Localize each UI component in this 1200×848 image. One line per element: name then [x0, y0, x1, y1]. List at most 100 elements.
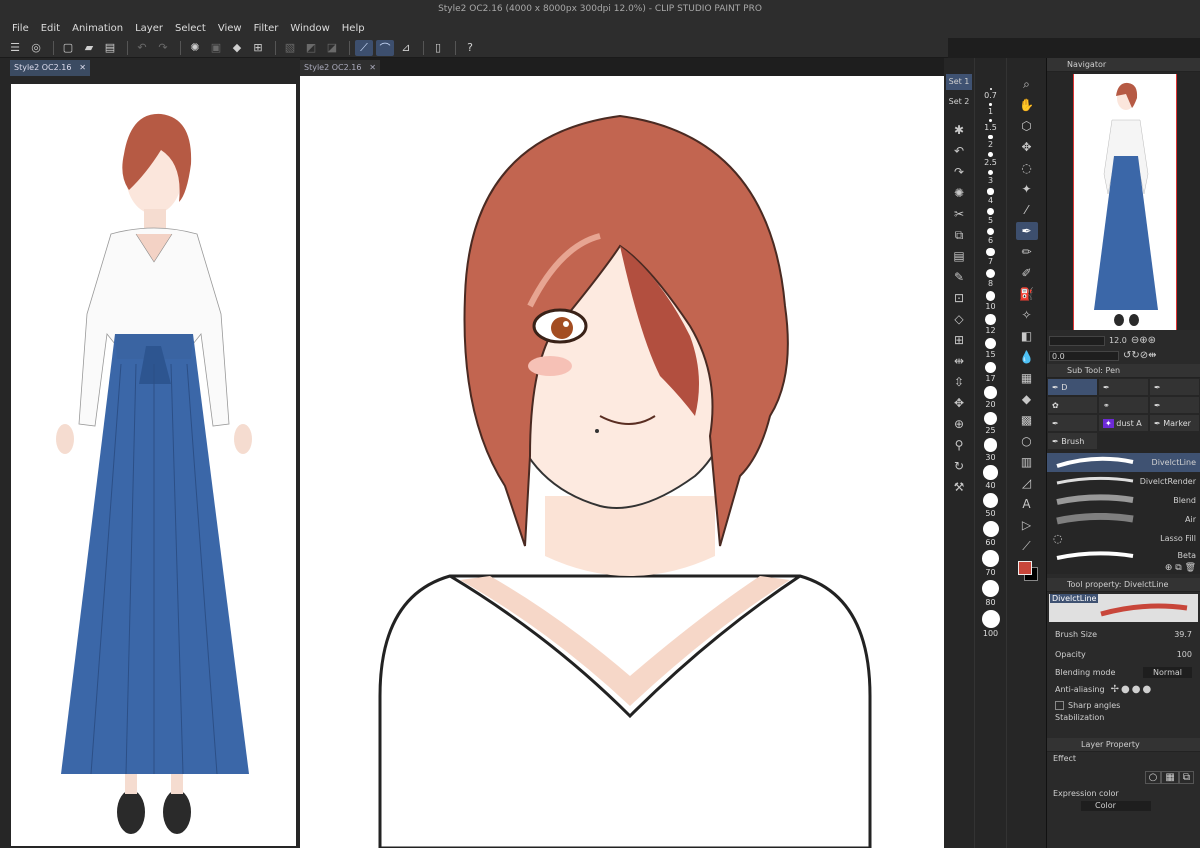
pencil-tool-icon[interactable]: ✏ [1016, 243, 1038, 261]
brush-size-option[interactable]: 25 [971, 411, 1011, 435]
copy-brush-icon[interactable]: ⧉ [1175, 563, 1181, 573]
stabilization-row[interactable]: Stabilization [1049, 713, 1198, 722]
clip-studio-icon[interactable]: ◎ [27, 40, 45, 56]
brush-size-option[interactable]: 5 [971, 207, 1011, 225]
zoom-out-icon[interactable]: ⊖ [1131, 335, 1139, 346]
cut-icon[interactable]: ✂ [948, 205, 970, 223]
flip-icon[interactable]: ⇹ [1148, 350, 1156, 361]
brush-size-option[interactable]: 0.7 [971, 88, 1011, 100]
undo-icon[interactable]: ↶ [948, 142, 970, 160]
smartphone-icon[interactable]: ▯ [429, 40, 447, 56]
rotate-value[interactable]: 0.0 [1049, 350, 1119, 361]
brush-size-option[interactable]: 70 [971, 549, 1011, 577]
tab-subview[interactable]: Style2 OC2.16 ✕ [10, 60, 90, 76]
paste-icon[interactable]: ▤ [948, 247, 970, 265]
save-icon[interactable]: ▤ [101, 40, 119, 56]
menu-animation[interactable]: Animation [72, 23, 123, 34]
brush-size-option[interactable]: 15 [971, 337, 1011, 359]
sharp-angles-checkbox[interactable] [1055, 701, 1064, 710]
reset-rotation-icon[interactable]: ⊘ [1140, 350, 1148, 361]
brush-item-divelctline[interactable]: DivelctLine [1047, 453, 1200, 472]
snap-grid-icon[interactable]: ⊿ [397, 40, 415, 56]
magic-wand-icon[interactable]: ✦ [1016, 180, 1038, 198]
menu-help[interactable]: Help [342, 23, 365, 34]
menu-select[interactable]: Select [175, 23, 206, 34]
brush-size-option[interactable]: 3 [971, 169, 1011, 185]
flip-horizontal-icon[interactable]: ⇹ [948, 352, 970, 370]
brush-size-option[interactable]: 20 [971, 386, 1011, 409]
grid-icon[interactable]: ▦ [1016, 369, 1038, 387]
menu-icon[interactable]: ☰ [6, 40, 24, 56]
ruler-icon[interactable]: ◿ [1016, 474, 1038, 492]
border-effect-icon[interactable]: ○ [1144, 770, 1162, 784]
antialias-medium-icon[interactable]: ● [1132, 684, 1141, 695]
delete-brush-icon[interactable]: 🗑 [1185, 563, 1196, 573]
brush-item-divelctrender[interactable]: DivelctRender [1047, 472, 1200, 491]
loading-icon[interactable]: ✺ [186, 40, 204, 56]
fit-icon[interactable]: ⊛ [1148, 335, 1156, 346]
antialias-strong-icon[interactable]: ● [1142, 684, 1151, 695]
antialiasing-row[interactable]: Anti-aliasing ✢ ● ● ● [1049, 681, 1198, 698]
object-tool-icon[interactable]: ⬡ [1016, 117, 1038, 135]
subtool-pen-3[interactable]: ✒ [1149, 378, 1200, 396]
subtool-d[interactable]: ✒ D [1047, 378, 1098, 396]
menu-window[interactable]: Window [290, 23, 329, 34]
balloon-icon[interactable]: ▷ [1016, 516, 1038, 534]
menu-layer[interactable]: Layer [135, 23, 163, 34]
close-icon[interactable]: ✕ [79, 60, 86, 76]
eraser-icon[interactable]: ◧ [1016, 327, 1038, 345]
new-file-icon[interactable]: ▢ [59, 40, 77, 56]
selection-icon[interactable]: ▧ [281, 40, 299, 56]
main-canvas[interactable] [300, 76, 944, 848]
snap-special-icon[interactable]: ⌒ [376, 39, 394, 56]
open-folder-icon[interactable]: ▰ [80, 40, 98, 56]
redo-icon[interactable]: ↷ [154, 40, 172, 56]
brush-item-beta[interactable]: Beta [1047, 548, 1200, 562]
airbrush-icon[interactable]: ⛽ [1016, 285, 1038, 303]
undo-icon[interactable]: ↶ [133, 40, 151, 56]
opacity-row[interactable]: Opacity 100 [1049, 644, 1198, 664]
brush-size-row[interactable]: Brush Size 39.7 [1049, 624, 1198, 644]
rotate-right-icon[interactable]: ↻ [1131, 350, 1139, 361]
fill-tool-icon[interactable]: ◆ [1016, 390, 1038, 408]
selection-3-icon[interactable]: ◪ [323, 40, 341, 56]
color-indicator[interactable] [1017, 561, 1038, 581]
antialias-none-icon[interactable]: ✢ [1111, 684, 1119, 695]
brush-size-option[interactable]: 50 [971, 492, 1011, 518]
sharp-angles-row[interactable]: Sharp angles [1049, 698, 1198, 713]
subtool-chain[interactable]: ⚭ [1098, 396, 1149, 414]
selection-2-icon[interactable]: ◩ [302, 40, 320, 56]
expression-color-select[interactable]: Color [1081, 801, 1151, 811]
help-icon[interactable]: ? [461, 40, 479, 56]
blending-mode-row[interactable]: Blending mode Normal [1049, 664, 1198, 681]
navigator-preview[interactable] [1073, 74, 1177, 330]
brush-size-option[interactable]: 100 [971, 609, 1011, 638]
zoom-in-icon[interactable]: ⊕ [1139, 335, 1147, 346]
frame-icon[interactable]: ▥ [1016, 453, 1038, 471]
transform-icon[interactable]: ⊞ [249, 40, 267, 56]
brush-size-option[interactable]: 6 [971, 227, 1011, 245]
brush-tool-icon[interactable]: ✐ [1016, 264, 1038, 282]
blend-icon[interactable]: 💧 [1016, 348, 1038, 366]
brush-size-option[interactable]: 60 [971, 520, 1011, 547]
loading-icon[interactable]: ✺ [948, 184, 970, 202]
menu-edit[interactable]: Edit [41, 23, 60, 34]
brush-size-option[interactable]: 7 [971, 248, 1011, 266]
eyedropper-icon[interactable]: ⁄ [1016, 201, 1038, 219]
move-tool-icon[interactable]: ✥ [1016, 138, 1038, 156]
zoom-icon[interactable]: ⊕ [948, 415, 970, 433]
menu-view[interactable]: View [218, 23, 242, 34]
gradient-icon[interactable]: ▩ [1016, 411, 1038, 429]
copy-icon[interactable]: ⧉ [948, 226, 970, 244]
brush-size-option[interactable]: 1.5 [971, 118, 1011, 132]
brush-size-option[interactable]: 8 [971, 269, 1011, 288]
wrench-icon[interactable]: ⚒ [948, 478, 970, 496]
add-brush-icon[interactable]: ⊕ [1165, 563, 1173, 573]
brush-size-option[interactable]: 10 [971, 291, 1011, 311]
subtool-pen-6[interactable]: ✒ [1149, 396, 1200, 414]
redo-icon[interactable]: ↷ [948, 163, 970, 181]
menu-filter[interactable]: Filter [254, 23, 279, 34]
subtool-dust[interactable]: ✦ dust A [1098, 414, 1149, 432]
close-icon[interactable]: ✕ [369, 60, 376, 76]
fill-icon[interactable]: ◆ [228, 40, 246, 56]
